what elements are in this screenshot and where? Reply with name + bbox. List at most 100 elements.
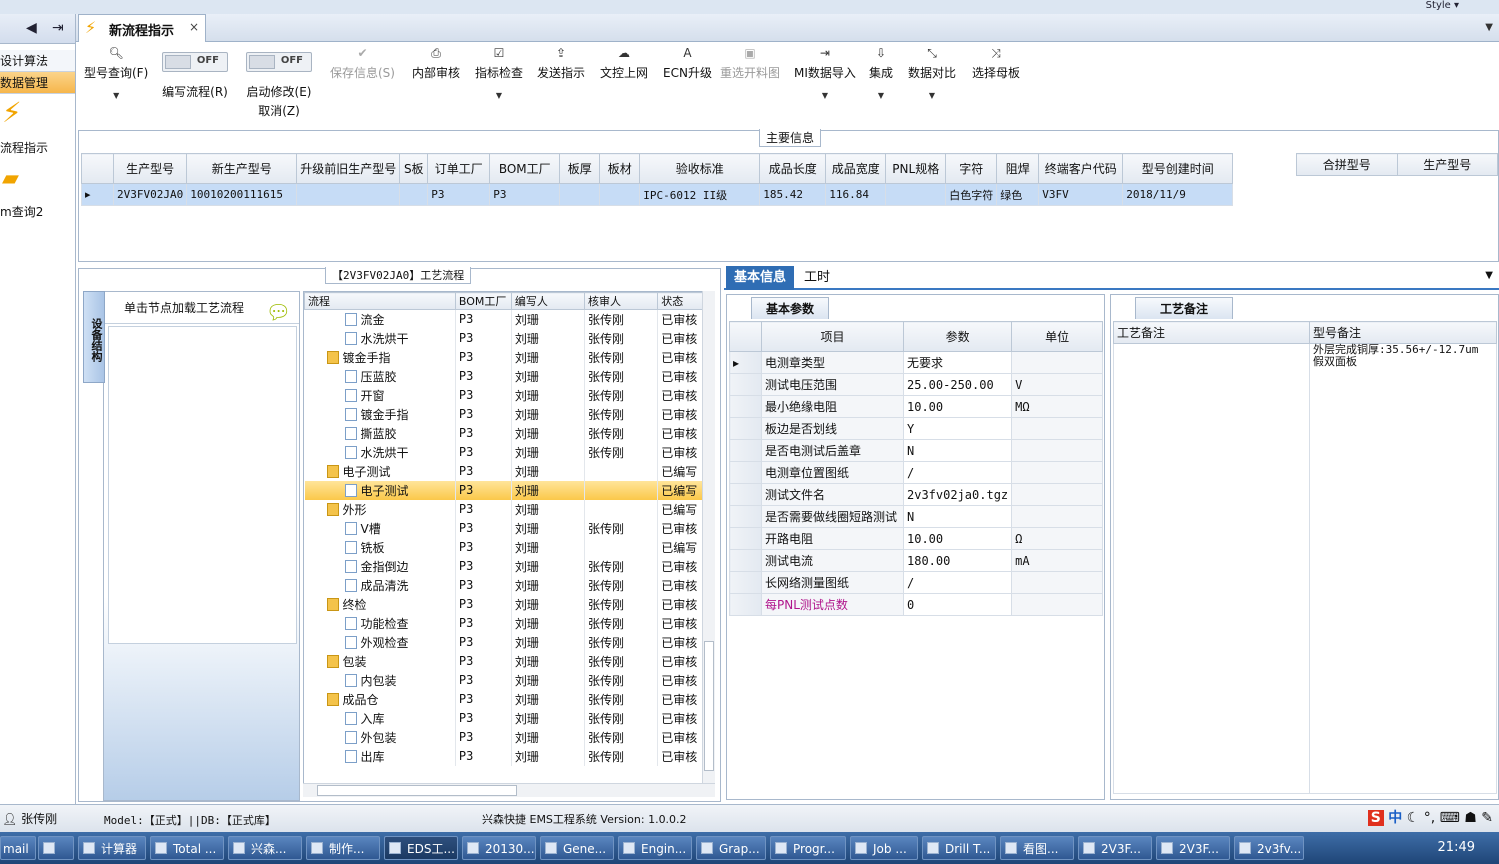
ime-mode[interactable]: 中 bbox=[1388, 810, 1402, 826]
tree-row[interactable]: 内包装 P3 刘珊 张传刚 已审核 bbox=[304, 670, 714, 690]
taskbar-item[interactable]: 计算器 bbox=[78, 836, 146, 860]
column-header[interactable]: BOM工厂 bbox=[454, 292, 512, 310]
tree-row[interactable]: 镀金手指 P3 刘珊 张传刚 已审核 bbox=[304, 347, 714, 367]
taskbar-item[interactable]: Gene... bbox=[540, 836, 614, 860]
column-header[interactable]: 字符 bbox=[945, 153, 998, 184]
column-header[interactable]: 板材 bbox=[599, 153, 641, 184]
column-header[interactable]: 新生产型号 bbox=[186, 153, 298, 184]
table-cell[interactable] bbox=[559, 183, 601, 206]
send-indicator-button[interactable]: ⇪ 发送指示 bbox=[537, 46, 585, 81]
taskbar-item[interactable]: Engin... bbox=[618, 836, 692, 860]
taskbar-item[interactable]: 2V3F... bbox=[1156, 836, 1230, 860]
internal-review-button[interactable]: ⎙ 内部审核 bbox=[412, 46, 460, 81]
column-header[interactable]: 成品宽度 bbox=[825, 153, 887, 184]
param-row[interactable]: 是否电测试后盖章 N bbox=[729, 439, 1103, 462]
column-header[interactable]: 工艺备注 bbox=[1113, 321, 1310, 344]
column-header[interactable]: 参数 bbox=[902, 321, 1013, 352]
file-online-button[interactable]: ☁ 文控上网 bbox=[600, 46, 648, 81]
style-menu[interactable]: Style ▾ bbox=[1426, 0, 1459, 11]
column-header[interactable]: 流程 bbox=[304, 292, 456, 310]
tree-node[interactable]: V槽 bbox=[304, 518, 456, 538]
column-header[interactable]: 合拼型号 bbox=[1296, 153, 1398, 176]
tree-node[interactable]: 成品清洗 bbox=[304, 575, 456, 595]
save-info-button[interactable]: ✔ 保存信息(S) bbox=[330, 46, 395, 81]
column-header[interactable]: 板厚 bbox=[559, 153, 601, 184]
table-cell[interactable] bbox=[885, 183, 947, 206]
param-row[interactable]: 每PNL测试点数 0 bbox=[729, 593, 1103, 616]
tree-node[interactable]: 成品仓 bbox=[304, 689, 456, 709]
tree-row[interactable]: 成品仓 P3 刘珊 张传刚 已审核 bbox=[304, 689, 714, 709]
row-header[interactable] bbox=[729, 417, 762, 440]
row-header[interactable] bbox=[729, 395, 762, 418]
start-modify-toggle[interactable]: OFF 启动修改(E) 取消(Z) bbox=[246, 52, 312, 119]
tab-equipment-structure[interactable]: 设备结构 bbox=[83, 291, 105, 383]
table-cell[interactable]: IPC-6012 II级 bbox=[639, 183, 761, 206]
column-header[interactable]: 阻焊 bbox=[996, 153, 1040, 184]
tree-row[interactable]: 出库 P3 刘珊 张传刚 已审核 bbox=[304, 746, 714, 766]
param-row[interactable]: 板边是否划线 Y bbox=[729, 417, 1103, 440]
taskbar-item[interactable]: EDS工... bbox=[384, 836, 458, 860]
column-header[interactable]: 型号备注 bbox=[1309, 321, 1497, 344]
column-header[interactable]: BOM工厂 bbox=[489, 153, 561, 184]
param-value[interactable]: 2v3fv02ja0.tgz bbox=[902, 483, 1013, 506]
table-cell[interactable]: 116.84 bbox=[825, 183, 887, 206]
model-note-field[interactable]: 外层完成铜厚:35.56+/-12.7um 假双面板 bbox=[1309, 343, 1497, 794]
taskbar-item[interactable] bbox=[38, 836, 74, 860]
column-header[interactable]: 成品长度 bbox=[759, 153, 827, 184]
tree-row[interactable]: 撕蓝胶 P3 刘珊 张传刚 已审核 bbox=[304, 423, 714, 443]
row-header[interactable] bbox=[729, 549, 762, 572]
row-header[interactable] bbox=[729, 439, 762, 462]
taskbar-item[interactable]: 看图... bbox=[1000, 836, 1074, 860]
param-row[interactable]: 是否需要做线圈短路测试 N bbox=[729, 505, 1103, 528]
tree-row[interactable]: 功能检查 P3 刘珊 张传刚 已审核 bbox=[304, 613, 714, 633]
tree-node[interactable]: 出库 bbox=[304, 746, 456, 766]
param-row[interactable]: 测试文件名 2v3fv02ja0.tgz bbox=[729, 483, 1103, 506]
param-row[interactable]: 开路电阻 10.00 Ω bbox=[729, 527, 1103, 550]
row-header[interactable] bbox=[729, 373, 762, 396]
taskbar-item[interactable]: Drill T... bbox=[922, 836, 996, 860]
tree-node[interactable]: 水洗烘干 bbox=[304, 442, 456, 462]
table-cell[interactable]: 185.42 bbox=[759, 183, 827, 206]
taskbar-item[interactable]: 2V3F... bbox=[1078, 836, 1152, 860]
tree-row[interactable]: 成品清洗 P3 刘珊 张传刚 已审核 bbox=[304, 575, 714, 595]
ecn-upgrade-button[interactable]: A ECN升级 bbox=[663, 46, 712, 81]
tree-node[interactable]: 内包装 bbox=[304, 670, 456, 690]
tree-node[interactable]: 外观检查 bbox=[304, 632, 456, 652]
nav-item-design-algorithm[interactable]: 设计算法 bbox=[0, 50, 75, 72]
taskbar-item[interactable]: Grap... bbox=[696, 836, 766, 860]
row-header[interactable] bbox=[729, 527, 762, 550]
tree-row[interactable]: 流金 P3 刘珊 张传刚 已审核 bbox=[304, 309, 714, 329]
tree-row[interactable]: 包装 P3 刘珊 张传刚 已审核 bbox=[304, 651, 714, 671]
column-header[interactable]: 订单工厂 bbox=[427, 153, 491, 184]
integrate-button[interactable]: ⇩ 集成 ▼ bbox=[869, 46, 893, 100]
data-compare-button[interactable]: ⤡ 数据对比 ▼ bbox=[908, 46, 956, 100]
select-mother-button[interactable]: ⤨ 选择母板 bbox=[972, 46, 1020, 81]
tab-process-notes[interactable]: 工艺备注 bbox=[1135, 297, 1234, 319]
column-header[interactable]: 终端客户代码 bbox=[1038, 153, 1124, 184]
column-header[interactable]: 生产型号 bbox=[1396, 153, 1498, 176]
write-flow-toggle[interactable]: OFF 编写流程(R) bbox=[162, 52, 228, 100]
column-header[interactable]: PNL规格 bbox=[885, 153, 947, 184]
table-cell[interactable]: 白色字符 bbox=[945, 183, 998, 206]
clock[interactable]: 21:49 bbox=[1438, 840, 1475, 855]
table-cell[interactable]: P3 bbox=[489, 183, 561, 206]
param-row[interactable]: ▸ 电测章类型 无要求 bbox=[729, 351, 1103, 374]
table-cell[interactable]: 2018/11/9 bbox=[1122, 183, 1234, 206]
table-cell[interactable] bbox=[599, 183, 641, 206]
nav-item-data-management[interactable]: 数据管理 bbox=[0, 72, 75, 94]
tab-basic-params[interactable]: 基本参数 bbox=[751, 297, 830, 319]
table-cell[interactable]: V3FV bbox=[1038, 183, 1124, 206]
param-value[interactable]: Y bbox=[902, 417, 1013, 440]
param-value[interactable]: N bbox=[902, 505, 1013, 528]
tree-node[interactable]: 流金 bbox=[304, 309, 456, 329]
reimport-drawing-button[interactable]: ▣ 重选开料图 bbox=[720, 46, 780, 81]
model-query-button[interactable]: 🔍︎ 型号查询(F) ▼ bbox=[84, 46, 148, 100]
tree-node[interactable]: 功能检查 bbox=[304, 613, 456, 633]
tree-node[interactable]: 镀金手指 bbox=[304, 404, 456, 424]
row-header[interactable] bbox=[729, 483, 762, 506]
tab-basic-info[interactable]: 基本信息 bbox=[726, 266, 795, 290]
ime-toolbar[interactable]: S 中 ☾ °, ⌨ ☗ ✎ bbox=[1367, 807, 1493, 827]
param-value[interactable]: 10.00 bbox=[902, 395, 1013, 418]
tree-row[interactable]: 压蓝胶 P3 刘珊 张传刚 已审核 bbox=[304, 366, 714, 386]
tree-row[interactable]: 电子测试 P3 刘珊 已编写 bbox=[304, 461, 714, 481]
